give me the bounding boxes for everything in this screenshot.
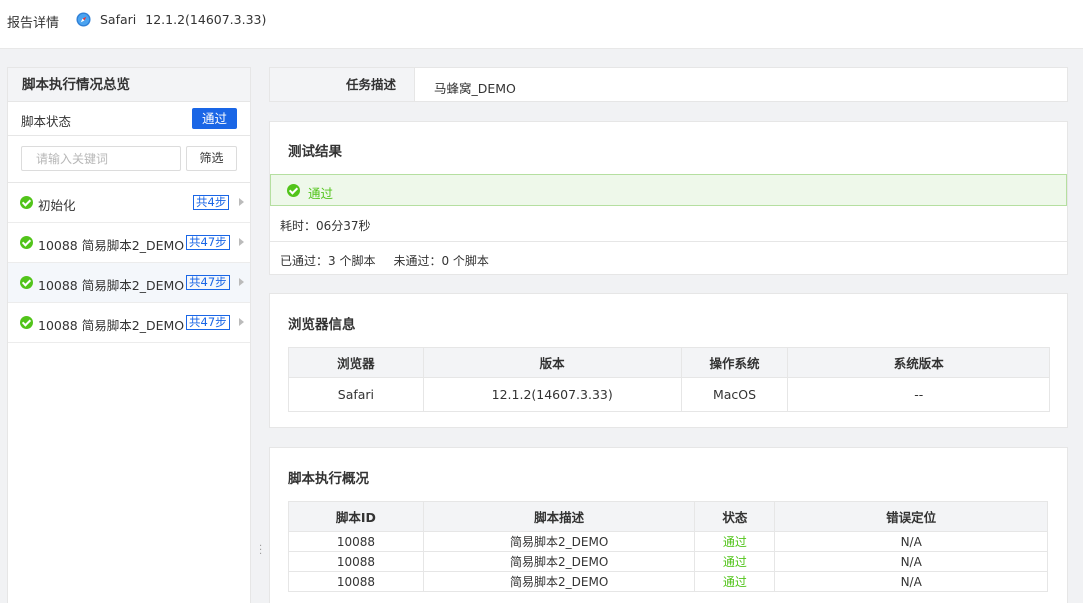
- safari-icon: [76, 12, 91, 27]
- panel-resize-handle[interactable]: · · ·: [259, 542, 262, 560]
- script-list-item[interactable]: 10088 简易脚本2_DEMO 共47步: [8, 223, 250, 263]
- table-cell: 通过: [694, 531, 776, 552]
- passed-count: 已通过：3 个脚本: [280, 254, 376, 268]
- check-circle-icon: [287, 184, 300, 197]
- script-execution-table: 脚本ID 脚本描述 状态 错误定位 10088 简易脚本2_DEMO 通过 N/…: [288, 501, 1048, 592]
- script-list-item[interactable]: 10088 简易脚本2_DEMO 共47步: [8, 303, 250, 343]
- script-overview-sidebar: 脚本执行情况总览 脚本状态 通过 筛选 初始化 共4步 10088 简易脚本2_…: [7, 67, 251, 603]
- table-cell: 简易脚本2_DEMO: [422, 571, 696, 592]
- caret-right-icon[interactable]: [239, 238, 244, 246]
- caret-right-icon[interactable]: [239, 318, 244, 326]
- check-circle-icon: [20, 276, 33, 289]
- section-title: 脚本执行概况: [288, 471, 369, 487]
- column-header: 版本: [422, 347, 682, 378]
- filter-row: 筛选: [8, 136, 250, 183]
- table-row: 10088 简易脚本2_DEMO 通过 N/A: [288, 531, 1048, 552]
- section-title: 浏览器信息: [288, 317, 356, 333]
- table-cell: N/A: [774, 551, 1048, 572]
- top-bar: 报告详情 Safari 12.1.2(14607.3.33): [0, 0, 1083, 49]
- column-header: 系统版本: [787, 347, 1050, 378]
- result-status-text: 通过: [308, 186, 334, 201]
- browser-info-table: 浏览器 版本 操作系统 系统版本 Safari 12.1.2(14607.3.3…: [288, 347, 1050, 412]
- table-cell: 12.1.2(14607.3.33): [422, 377, 682, 412]
- task-description-label: 任务描述: [270, 68, 415, 101]
- section-title: 测试结果: [288, 144, 342, 160]
- search-input[interactable]: [21, 146, 181, 171]
- table-header-row: 浏览器 版本 操作系统 系统版本: [288, 347, 1050, 378]
- failed-count: 未通过：0 个脚本: [393, 254, 489, 268]
- step-count-badge: 共47步: [186, 235, 230, 250]
- browser-info-header: Safari 12.1.2(14607.3.33): [76, 12, 266, 27]
- column-header: 浏览器: [288, 347, 424, 378]
- table-header-row: 脚本ID 脚本描述 状态 错误定位: [288, 501, 1048, 532]
- page-title: 报告详情: [7, 16, 60, 31]
- caret-right-icon[interactable]: [239, 278, 244, 286]
- script-counts: 已通过：3 个脚本 未通过：0 个脚本: [280, 252, 489, 269]
- step-count-badge: 共4步: [193, 195, 230, 210]
- table-cell: N/A: [774, 531, 1048, 552]
- table-cell: Safari: [288, 377, 424, 412]
- browser-info-card: 浏览器信息 浏览器 版本 操作系统 系统版本 Safari 12.1.2(146…: [269, 293, 1068, 428]
- table-row: 10088 简易脚本2_DEMO 通过 N/A: [288, 551, 1048, 572]
- column-header: 脚本ID: [288, 501, 424, 532]
- task-description-value: 马蜂窝_DEMO: [434, 81, 516, 96]
- duration-text: 耗时：06分37秒: [280, 219, 371, 233]
- browser-version: 12.1.2(14607.3.33): [145, 12, 267, 27]
- filter-button[interactable]: 筛选: [186, 146, 237, 171]
- divider: [270, 241, 1067, 242]
- table-cell: 简易脚本2_DEMO: [422, 531, 696, 552]
- browser-name: Safari: [100, 12, 137, 27]
- table-cell: N/A: [774, 571, 1048, 592]
- sidebar-title: 脚本执行情况总览: [8, 68, 250, 102]
- caret-right-icon[interactable]: [239, 198, 244, 206]
- result-status-bar: 通过: [270, 174, 1067, 206]
- column-header: 脚本描述: [422, 501, 696, 532]
- table-cell: 通过: [694, 571, 776, 592]
- script-item-name: 初始化: [38, 198, 76, 213]
- table-cell: 10088: [288, 531, 424, 552]
- table-cell: 10088: [288, 551, 424, 572]
- step-count-badge: 共47步: [186, 275, 230, 290]
- column-header: 错误定位: [774, 501, 1048, 532]
- table-row: Safari 12.1.2(14607.3.33) MacOS --: [288, 377, 1050, 412]
- step-count-badge: 共47步: [186, 315, 230, 330]
- script-status-label: 脚本状态: [21, 114, 72, 129]
- column-header: 操作系统: [680, 347, 789, 378]
- test-result-card: 测试结果 通过 耗时：06分37秒 已通过：3 个脚本 未通过：0 个脚本: [269, 121, 1068, 275]
- status-badge: 通过: [192, 108, 237, 129]
- check-circle-icon: [20, 196, 33, 209]
- check-circle-icon: [20, 236, 33, 249]
- script-item-name: 10088 简易脚本2_DEMO: [38, 318, 185, 333]
- task-description-card: 任务描述 马蜂窝_DEMO: [269, 67, 1068, 102]
- check-circle-icon: [20, 316, 33, 329]
- script-item-name: 10088 简易脚本2_DEMO: [38, 278, 185, 293]
- column-header: 状态: [694, 501, 776, 532]
- table-cell: MacOS: [680, 377, 789, 412]
- script-status-row: 脚本状态 通过: [8, 102, 250, 136]
- table-cell: 通过: [694, 551, 776, 572]
- table-row: 10088 简易脚本2_DEMO 通过 N/A: [288, 571, 1048, 592]
- table-cell: --: [787, 377, 1050, 412]
- table-cell: 10088: [288, 571, 424, 592]
- script-execution-card: 脚本执行概况 脚本ID 脚本描述 状态 错误定位 10088 简易脚本2_DEM…: [269, 447, 1068, 603]
- script-item-name: 10088 简易脚本2_DEMO: [38, 238, 185, 253]
- script-list-item[interactable]: 10088 简易脚本2_DEMO 共47步: [8, 263, 250, 303]
- script-list-item[interactable]: 初始化 共4步: [8, 183, 250, 223]
- table-cell: 简易脚本2_DEMO: [422, 551, 696, 572]
